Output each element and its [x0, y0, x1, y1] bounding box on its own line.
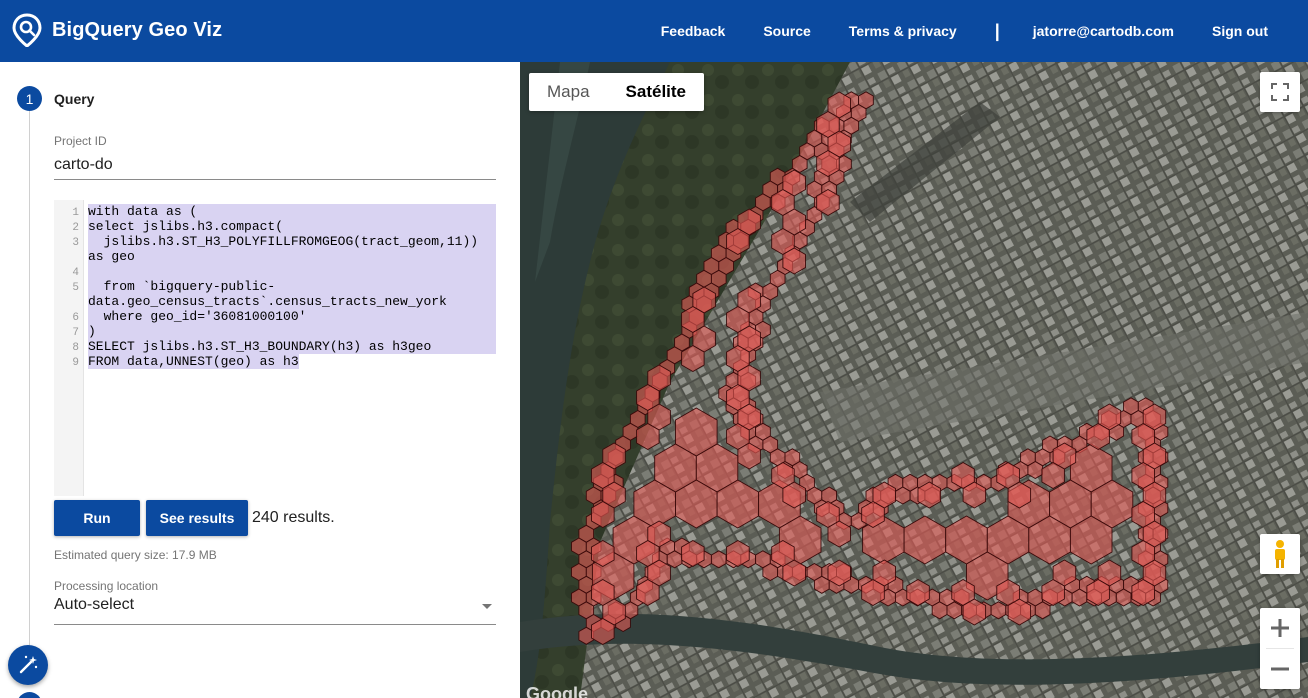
h3-hexagon[interactable]: [931, 601, 948, 620]
line-number: 4: [72, 267, 79, 279]
pegman-icon: [1275, 540, 1285, 568]
user-email: jatorre@cartodb.com: [1032, 23, 1174, 39]
editor-gutter: 1 2 3 4 5 6 7 8 9: [54, 200, 84, 496]
code-line: from `bigquery-public-: [88, 279, 496, 294]
line-number: 3: [72, 237, 79, 249]
sign-out-link[interactable]: Sign out: [1212, 23, 1268, 39]
code-line: ): [88, 324, 496, 339]
processing-location-select[interactable]: Auto-select: [54, 596, 496, 625]
see-results-button[interactable]: See results: [146, 500, 248, 536]
nav-separator: |: [994, 20, 1000, 41]
processing-location-value: Auto-select: [54, 596, 135, 613]
magic-wand-icon: [19, 655, 38, 674]
code-line: data.geo_census_tracts`.census_tracts_ne…: [88, 294, 496, 309]
google-attribution: Google: [526, 684, 588, 698]
h3-hexagon[interactable]: [813, 575, 830, 594]
stepper-line: [29, 110, 30, 670]
plus-icon: [1271, 619, 1289, 637]
code-line-text: FROM data,UNNEST(geo) as h3: [88, 354, 299, 369]
line-number: 5: [72, 282, 79, 294]
app-title: BigQuery Geo Viz: [52, 19, 223, 41]
project-id-label: Project ID: [54, 134, 107, 148]
results-count: 240 results.: [252, 509, 335, 526]
h3-hexagon[interactable]: [1034, 601, 1051, 620]
sql-code[interactable]: with data as ( select jslibs.h3.compact(…: [88, 204, 496, 369]
code-line: SELECT jslibs.h3.ST_H3_BOUNDARY(h3) as h…: [88, 339, 496, 354]
project-id-input[interactable]: [54, 150, 496, 180]
street-view-pegman[interactable]: [1260, 534, 1300, 574]
zoom-control: [1260, 608, 1300, 689]
step-2-indicator: [17, 692, 42, 698]
fullscreen-button[interactable]: [1260, 72, 1300, 112]
line-number: 9: [72, 357, 79, 369]
code-line: select jslibs.h3.compact(: [88, 219, 496, 234]
nav-terms-privacy[interactable]: Terms & privacy: [849, 23, 957, 39]
h3-hexagon[interactable]: [1027, 460, 1044, 480]
h3-hexagon[interactable]: [666, 550, 683, 569]
h3-hexagon[interactable]: [946, 601, 963, 620]
line-number: 6: [72, 312, 79, 324]
code-line: where geo_id='36081000100': [88, 309, 496, 324]
header-nav: Feedback Source Terms & privacy | jatorr…: [661, 0, 1308, 62]
code-line: [88, 264, 496, 279]
h3-hexagon[interactable]: [710, 550, 727, 569]
code-line: FROM data,UNNEST(geo) as h3: [88, 354, 496, 369]
dropdown-arrow-icon: [482, 604, 492, 609]
processing-location-label: Processing location: [54, 579, 159, 593]
line-number: 7: [72, 327, 79, 339]
sql-editor[interactable]: 1 2 3 4 5 6 7 8 9 with data as ( select …: [54, 200, 496, 496]
app-header: BigQuery Geo Viz Feedback Source Terms &…: [0, 0, 1308, 62]
map-pin-search-icon: [12, 13, 42, 47]
minus-icon: [1271, 667, 1289, 671]
map-type-control: Mapa Satélite: [529, 73, 705, 111]
code-line: as geo: [88, 249, 496, 264]
query-panel: 1 Query Project ID 1 2 3 4 5 6 7 8 9 wit…: [0, 62, 520, 698]
fullscreen-icon: [1271, 83, 1289, 101]
line-number: 2: [72, 222, 79, 234]
code-line: with data as (: [88, 204, 496, 219]
nav-feedback[interactable]: Feedback: [661, 23, 726, 39]
zoom-in-button[interactable]: [1260, 608, 1300, 648]
line-number: 8: [72, 342, 79, 354]
map-view[interactable]: Mapa Satélite Google: [520, 62, 1308, 698]
h3-hexagon[interactable]: [1071, 588, 1088, 607]
estimated-query-size: Estimated query size: 17.9 MB: [54, 548, 217, 562]
map-type-satellite[interactable]: Satélite: [608, 73, 704, 111]
h3-hexagon[interactable]: [990, 601, 1007, 620]
h3-hexagon[interactable]: [894, 486, 911, 505]
step-title-query[interactable]: Query: [54, 91, 94, 107]
map-type-roadmap[interactable]: Mapa: [529, 73, 608, 111]
code-line: jslibs.h3.ST_H3_POLYFILLFROMGEOG(tract_g…: [88, 234, 496, 249]
line-number: 1: [72, 207, 79, 219]
step-1-indicator: 1: [17, 86, 42, 111]
run-button[interactable]: Run: [54, 500, 140, 536]
h3-hexagon[interactable]: [1115, 588, 1132, 607]
zoom-out-button[interactable]: [1260, 649, 1300, 689]
nav-source[interactable]: Source: [763, 23, 810, 39]
h3-hexagon[interactable]: [762, 562, 779, 582]
satellite-imagery[interactable]: [520, 62, 1308, 698]
magic-wand-button[interactable]: [8, 645, 48, 685]
